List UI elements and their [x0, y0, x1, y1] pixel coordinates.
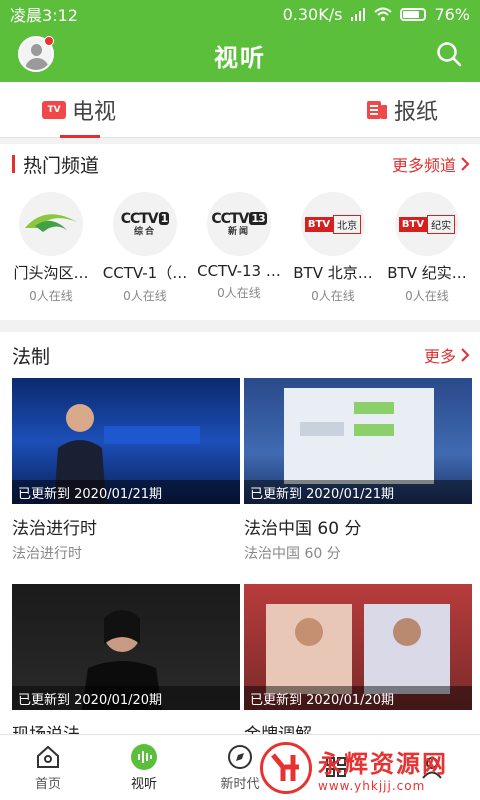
law-header: 法制 更多 [0, 332, 480, 378]
more-law-link[interactable]: 更多 [424, 343, 470, 367]
btv-wordmark: BTV [398, 216, 428, 232]
law-title: 法制 [12, 345, 51, 368]
btv-beijing-logo: BTV 北京 [301, 192, 365, 256]
tab-tv-label: 电视 [72, 99, 117, 125]
chevron-right-icon [461, 157, 470, 171]
compass-icon [228, 745, 252, 769]
channel-item[interactable]: BTV 纪实 BTV 纪实… 0人在线 [380, 192, 474, 304]
video-grid: 已更新到 2020/01/21期 法治进行时 法治进行时 已更新到 2020/0… [0, 378, 480, 790]
nav-home[interactable]: 首页 [0, 743, 96, 792]
btv-wordmark: BTV [304, 216, 334, 232]
cctv-wordmark: CCTV [211, 210, 249, 227]
network-speed: 0.30K/s [282, 4, 343, 24]
watermark: 永辉资源网 www.yhkjjj.com [260, 738, 472, 798]
hot-channels-section: 热门频道 更多频道 门头沟区… 0人在线 CCTV 1 综合 CCTV-1（… 0人… [0, 144, 480, 320]
channel-name: CCTV-1（… [102, 264, 188, 282]
update-badge: 已更新到 2020/01/21期 [12, 480, 240, 504]
channel-name: BTV 北京… [293, 264, 373, 282]
channel-name: CCTV-13 … [197, 262, 281, 280]
nav-home-label: 首页 [34, 777, 61, 792]
more-law-label: 更多 [423, 347, 456, 366]
section-accent-bar [12, 155, 15, 173]
channel-viewers: 0人在线 [29, 289, 73, 303]
video-card[interactable]: 已更新到 2020/01/21期 法治中国 60 分 法治中国 60 分 [244, 378, 472, 584]
avatar-head-icon [31, 44, 42, 56]
cctv-subtitle: 综合 [133, 226, 156, 237]
law-section: 法制 更多 已更新到 2020/01/21期 法治进行时 法治进行时 已更新到 … [0, 332, 480, 800]
channel-item[interactable]: CCTV 1 综合 CCTV-1（… 0人在线 [98, 192, 192, 304]
tv-icon: TV [42, 100, 66, 119]
channel-item[interactable]: CCTV 13 新闻 CCTV-13 … 0人在线 [192, 192, 286, 304]
tab-newspaper[interactable]: 报纸 [366, 82, 438, 138]
update-badge: 已更新到 2020/01/20期 [12, 686, 240, 710]
hot-channels-header: 热门频道 更多频道 [0, 144, 480, 184]
notification-dot [44, 36, 54, 46]
more-channels-link[interactable]: 更多频道 [392, 152, 470, 176]
channel-list: 门头沟区… 0人在线 CCTV 1 综合 CCTV-1（… 0人在线 CCTV 13 新… [0, 192, 480, 304]
channel-item[interactable]: 门头沟区… 0人在线 [4, 192, 98, 304]
video-subtitle: 法治中国 60 分 [244, 546, 341, 562]
mentougou-logo [19, 192, 83, 256]
watermark-url: www.yhkjjj.com [318, 778, 426, 793]
status-time: 凌晨3:12 [10, 6, 78, 25]
battery-level: 76% [434, 4, 470, 24]
btv-subtitle: 北京 [333, 214, 362, 234]
channel-name: BTV 纪实… [387, 264, 467, 282]
battery-icon [400, 7, 427, 21]
video-subtitle: 法治进行时 [12, 546, 82, 562]
channel-item[interactable]: BTV 北京 BTV 北京… 0人在线 [286, 192, 380, 304]
more-channels-label: 更多频道 [391, 156, 456, 175]
chevron-right-icon [461, 348, 470, 362]
tab-tv[interactable]: TV 电视 [42, 82, 116, 138]
audio-wave-icon [131, 744, 157, 770]
nav-new-era-label: 新时代 [220, 777, 260, 792]
status-bar: 凌晨3:12 0.30K/s 76% [0, 0, 480, 28]
nav-audiovisual-label: 视听 [130, 777, 157, 792]
cctv1-logo: CCTV 1 综合 [113, 192, 177, 256]
app-bar: 视听 [0, 28, 480, 82]
update-badge: 已更新到 2020/01/21期 [244, 480, 472, 504]
status-indicators: 0.30K/s 76% [283, 5, 470, 24]
cctv-wordmark: CCTV [120, 210, 159, 227]
avatar-body-icon [25, 58, 49, 70]
channel-viewers: 0人在线 [123, 289, 167, 303]
cctv13-logo: CCTV 13 新闻 [207, 192, 271, 256]
video-thumbnail: 已更新到 2020/01/20期 [12, 584, 240, 710]
video-thumbnail: 已更新到 2020/01/21期 [244, 378, 472, 504]
watermark-text-block: 永辉资源网 www.yhkjjj.com [318, 744, 448, 793]
newspaper-icon [366, 100, 387, 119]
home-icon [37, 745, 59, 768]
update-badge: 已更新到 2020/01/20期 [244, 686, 472, 710]
channel-viewers: 0人在线 [217, 286, 261, 300]
cctv-subtitle: 新闻 [227, 226, 250, 237]
video-thumbnail: 已更新到 2020/01/21期 [12, 378, 240, 504]
wifi-icon [374, 7, 393, 21]
btv-subtitle: 纪实 [427, 214, 456, 234]
cctv-number: 1 [158, 212, 170, 225]
channel-viewers: 0人在线 [405, 289, 449, 303]
tab-newspaper-label: 报纸 [393, 99, 438, 125]
page-title: 视听 [214, 43, 266, 72]
search-icon[interactable] [436, 41, 462, 67]
watermark-text: 永辉资源网 [318, 749, 448, 778]
video-title: 法治进行时 [12, 519, 97, 539]
media-tabs: TV 电视 报纸 [0, 82, 480, 138]
channel-viewers: 0人在线 [311, 289, 355, 303]
signal-icon [351, 8, 366, 21]
video-title: 法治中国 60 分 [244, 519, 362, 539]
watermark-logo-icon [260, 742, 312, 794]
cctv-number: 13 [249, 212, 267, 225]
section-title: 法制 [12, 342, 50, 369]
video-thumbnail: 已更新到 2020/01/20期 [244, 584, 472, 710]
hot-channels-title: 热门频道 [23, 154, 100, 177]
nav-audiovisual[interactable]: 视听 [96, 743, 192, 792]
channel-name: 门头沟区… [13, 264, 89, 282]
section-title: 热门频道 [12, 151, 99, 178]
btv-jishi-logo: BTV 纪实 [395, 192, 459, 256]
video-card[interactable]: 已更新到 2020/01/21期 法治进行时 法治进行时 [12, 378, 240, 584]
